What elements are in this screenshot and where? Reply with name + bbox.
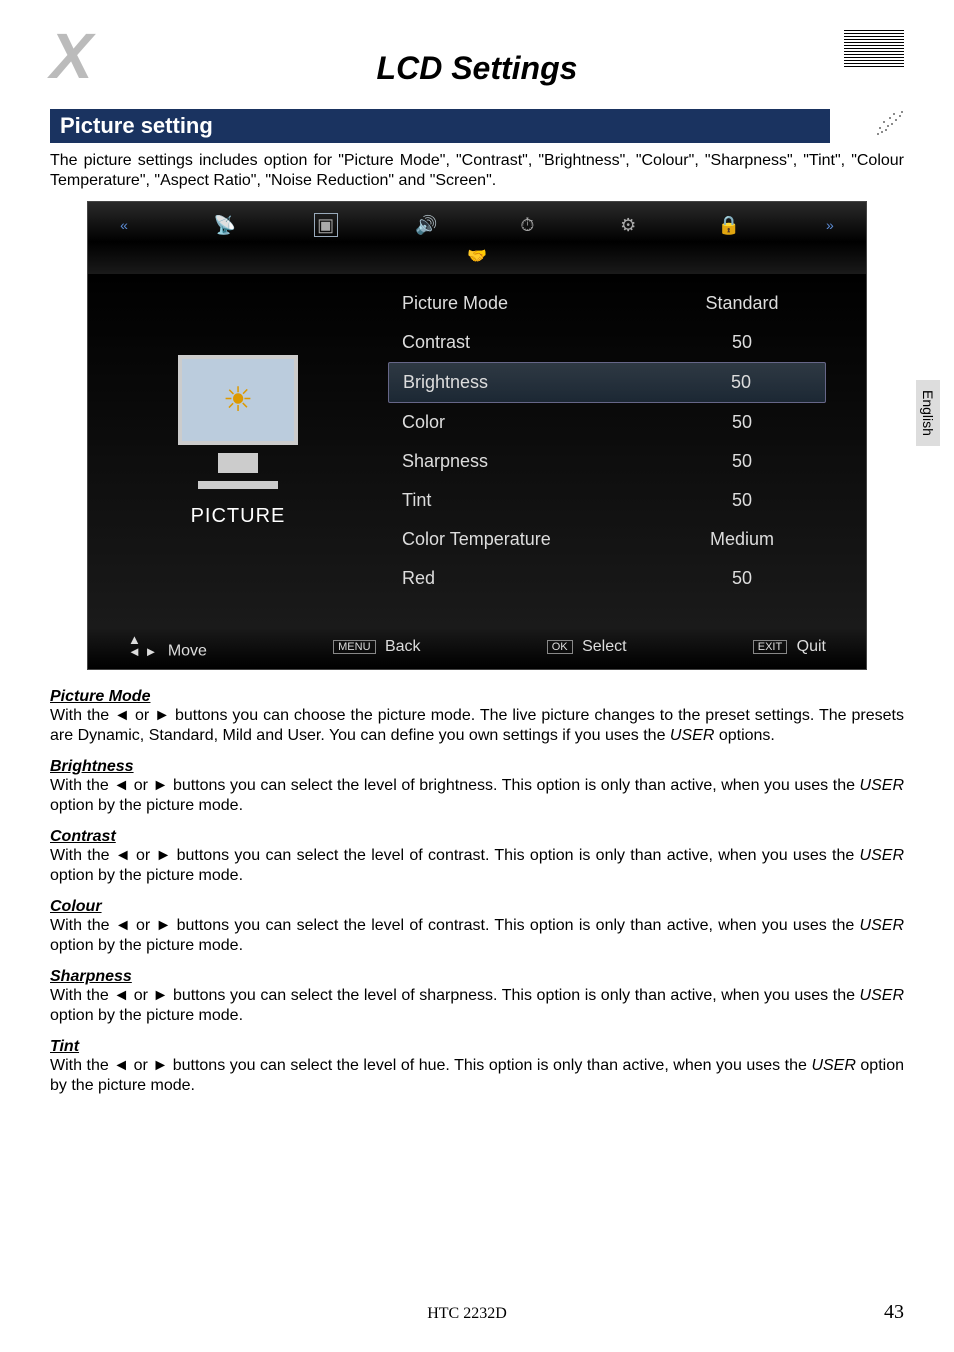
osd-prev-icon: « [112, 213, 136, 237]
subsec-text: With the ◄ or ► buttons you can choose t… [50, 707, 904, 744]
language-tab: English [916, 380, 940, 446]
osd-row-label: Sharpness [402, 451, 488, 472]
page-title: LCD Settings [50, 50, 904, 87]
subsec-heading: Colour [50, 898, 904, 916]
osd-row-value: Standard [672, 293, 812, 314]
osd-hint-back: MENU Back [333, 638, 420, 656]
subsec-text: option by the picture mode. [50, 937, 243, 954]
brand-logo: X [50, 28, 89, 86]
osd-back-label: Back [385, 638, 421, 655]
subsec-heading: Contrast [50, 828, 904, 846]
osd-quit-label: Quit [797, 638, 826, 655]
subsec-heading: Sharpness [50, 968, 904, 986]
subsec-body: With the ◄ or ► buttons you can select t… [50, 1056, 904, 1096]
page-footer: HTC 2232D 43 [50, 1301, 904, 1324]
osd-row-tint: Tint 50 [388, 481, 826, 520]
picture-tab-icon: ▣ [314, 213, 338, 237]
subsec-picture-mode: Picture Mode With the ◄ or ► buttons you… [50, 688, 904, 746]
subsec-body: With the ◄ or ► buttons you can select t… [50, 776, 904, 816]
user-em: USER [860, 917, 904, 934]
subsec-colour: Colour With the ◄ or ► buttons you can s… [50, 898, 904, 956]
menu-button-icon: MENU [333, 640, 375, 654]
exit-button-icon: EXIT [753, 640, 787, 654]
osd-category-label: PICTURE [191, 505, 286, 528]
footer-page-number: 43 [884, 1301, 904, 1324]
sun-icon: ☀ [223, 380, 253, 420]
subsec-brightness: Brightness With the ◄ or ► buttons you c… [50, 758, 904, 816]
subsec-contrast: Contrast With the ◄ or ► buttons you can… [50, 828, 904, 886]
osd-row-value: 50 [672, 451, 812, 472]
osd-row-picture-mode: Picture Mode Standard [388, 284, 826, 323]
timer-tab-icon: ⏱ [515, 213, 539, 237]
subsec-text: With the ◄ or ► buttons you can select t… [50, 847, 860, 864]
subsec-text: With the ◄ or ► buttons you can select t… [50, 777, 860, 794]
subsec-heading: Picture Mode [50, 688, 904, 706]
user-em: USER [670, 727, 714, 744]
subsec-text: With the ◄ or ► buttons you can select t… [50, 987, 860, 1004]
user-em: USER [811, 1057, 855, 1074]
subsec-body: With the ◄ or ► buttons you can choose t… [50, 706, 904, 746]
osd-row-label: Color [402, 412, 445, 433]
osd-hint-select: OK Select [547, 638, 627, 656]
intro-text: The picture settings includes option for… [50, 151, 904, 191]
lock-tab-icon: 🔒 [717, 213, 741, 237]
subsec-text: With the ◄ or ► buttons you can select t… [50, 1057, 811, 1074]
osd-help-bar: ▲◄ ► Move MENU Back OK Select EXIT Quit [88, 628, 866, 669]
osd-row-color: Color 50 [388, 403, 826, 442]
sound-tab-icon: 🔊 [415, 213, 439, 237]
subsec-body: With the ◄ or ► buttons you can select t… [50, 986, 904, 1026]
footer-model: HTC 2232D [427, 1305, 507, 1323]
osd-row-label: Red [402, 568, 435, 589]
osd-next-icon: » [818, 213, 842, 237]
subsec-body: With the ◄ or ► buttons you can select t… [50, 916, 904, 956]
osd-row-label: Picture Mode [402, 293, 508, 314]
osd-row-color-temperature: Color Temperature Medium [388, 520, 826, 559]
osd-row-label: Contrast [402, 332, 470, 353]
subsec-heading: Brightness [50, 758, 904, 776]
user-em: USER [860, 987, 904, 1004]
subsec-sharpness: Sharpness With the ◄ or ► buttons you ca… [50, 968, 904, 1026]
osd-row-brightness: Brightness 50 [388, 362, 826, 403]
setup-tab-icon: ⚙ [616, 213, 640, 237]
subsec-text: option by the picture mode. [50, 1007, 243, 1024]
osd-row-red: Red 50 [388, 559, 826, 598]
osd-row-value: 50 [672, 412, 812, 433]
osd-row-label: Brightness [403, 372, 488, 393]
osd-submenu-icon: 🤝 [88, 242, 866, 274]
channel-tab-icon: 📡 [213, 213, 237, 237]
osd-row-value: 50 [672, 332, 812, 353]
user-em: USER [860, 777, 904, 794]
subsec-text: options. [714, 727, 774, 744]
ok-button-icon: OK [547, 640, 573, 654]
osd-row-value: 50 [672, 490, 812, 511]
section-header: Picture setting [50, 109, 830, 143]
dpad-icon: ▲◄ ► [128, 634, 157, 657]
osd-row-value: 50 [671, 372, 811, 393]
user-em: USER [860, 847, 904, 864]
osd-hint-quit: EXIT Quit [753, 638, 826, 656]
osd-category-panel: ☀ PICTURE [88, 284, 388, 598]
subsec-text: option by the picture mode. [50, 797, 243, 814]
osd-hint-move: ▲◄ ► Move [128, 634, 207, 661]
subsec-body: With the ◄ or ► buttons you can select t… [50, 846, 904, 886]
subsec-heading: Tint [50, 1038, 904, 1056]
osd-row-label: Color Temperature [402, 529, 551, 550]
osd-row-value: 50 [672, 568, 812, 589]
subsec-text: option by the picture mode. [50, 867, 243, 884]
osd-row-contrast: Contrast 50 [388, 323, 826, 362]
osd-settings-list: Picture Mode Standard Contrast 50 Bright… [388, 284, 866, 598]
osd-top-tabs: « 📡 ▣ 🔊 ⏱ ⚙ 🔒 » [88, 202, 866, 242]
subsec-text: With the ◄ or ► buttons you can select t… [50, 917, 860, 934]
subsec-tint: Tint With the ◄ or ► buttons you can sel… [50, 1038, 904, 1096]
osd-menu-screenshot: « 📡 ▣ 🔊 ⏱ ⚙ 🔒 » 🤝 ☀ PICTURE Picture Mode… [87, 201, 867, 670]
osd-row-sharpness: Sharpness 50 [388, 442, 826, 481]
decor-lines [844, 30, 904, 100]
corner-decor [874, 108, 904, 138]
osd-row-label: Tint [402, 490, 431, 511]
osd-select-label: Select [582, 638, 626, 655]
osd-move-label: Move [168, 643, 207, 660]
osd-row-value: Medium [672, 529, 812, 550]
